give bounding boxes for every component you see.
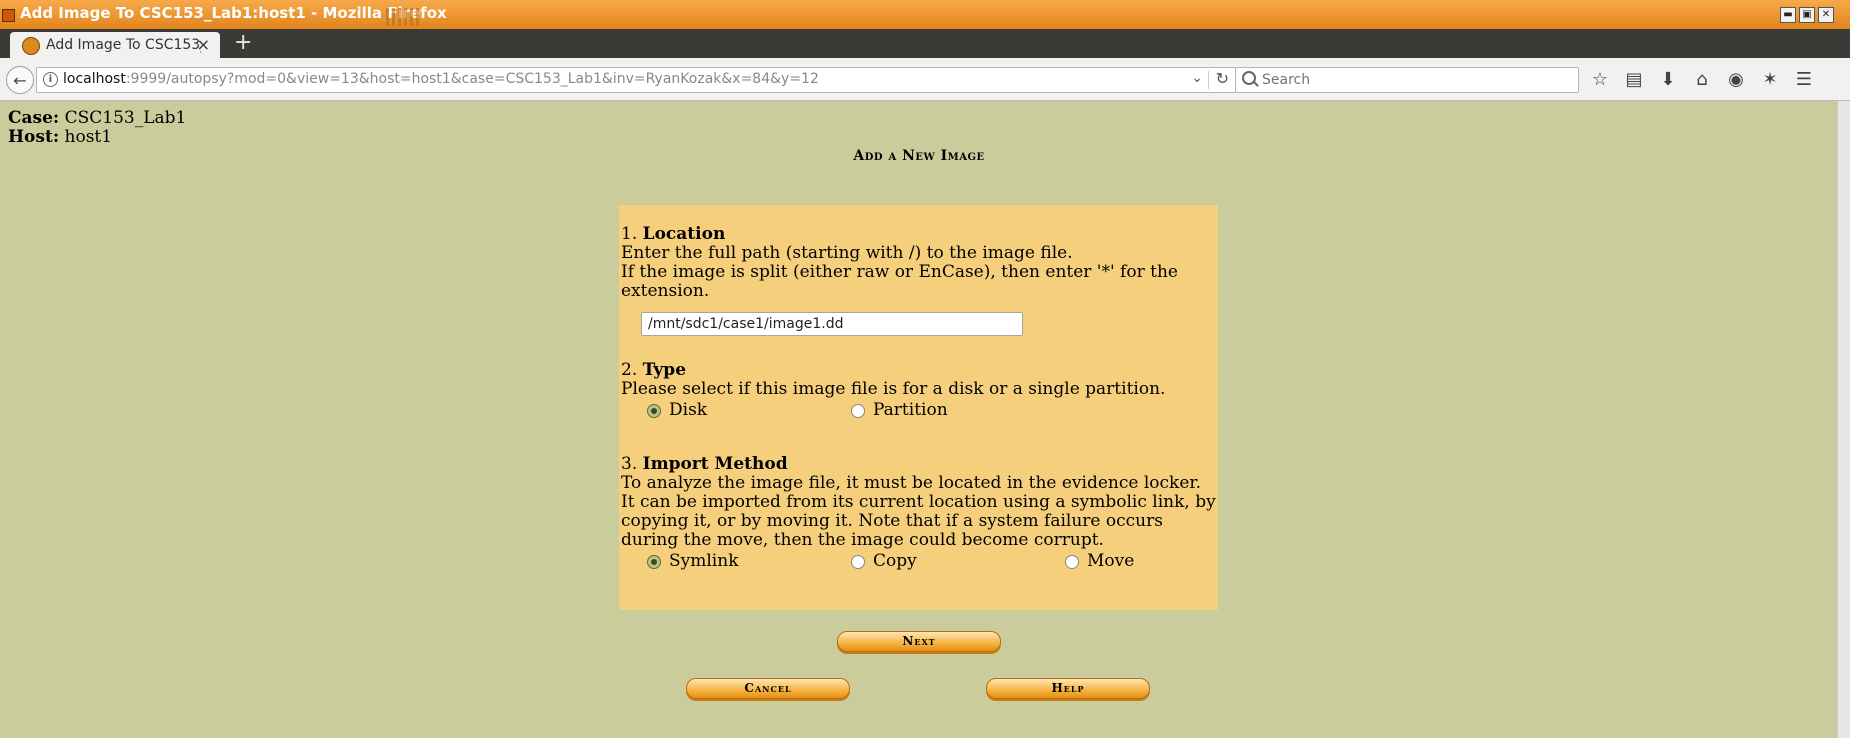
search-bar[interactable] bbox=[1235, 67, 1579, 93]
radio-disk-label: Disk bbox=[669, 400, 708, 420]
info-icon[interactable]: i bbox=[43, 72, 58, 87]
next-button[interactable]: Next bbox=[837, 631, 1001, 652]
radio-move[interactable]: Move bbox=[1065, 552, 1134, 571]
radio-disk[interactable]: Disk bbox=[647, 401, 707, 420]
location-title: Location bbox=[642, 224, 726, 244]
chevron-down-icon[interactable]: ⌄ bbox=[1191, 70, 1203, 86]
import-number: 3. bbox=[621, 454, 638, 474]
radio-move-dot[interactable] bbox=[1065, 554, 1079, 569]
url-text[interactable]: localhost:9999/autopsy?mod=0&view=13&hos… bbox=[63, 71, 819, 87]
pocket-icon[interactable]: ◉ bbox=[1722, 67, 1750, 91]
browser-tab[interactable]: Add Image To CSC153_ × bbox=[10, 32, 220, 58]
window-title: Add Image To CSC153_Lab1:host1 - Mozilla… bbox=[20, 4, 447, 22]
search-icon bbox=[1242, 71, 1256, 85]
title-bar-grip bbox=[386, 8, 422, 26]
case-value: CSC153_Lab1 bbox=[64, 108, 187, 128]
cancel-button[interactable]: Cancel bbox=[686, 678, 850, 699]
minimize-icon[interactable]: ▬ bbox=[1780, 7, 1796, 23]
location-line2: If the image is split (either raw or EnC… bbox=[621, 262, 1178, 301]
menu-icon[interactable]: ☰ bbox=[1790, 67, 1818, 91]
host-value: host1 bbox=[64, 127, 113, 147]
radio-symlink-dot[interactable] bbox=[647, 554, 661, 569]
import-title: Import Method bbox=[642, 454, 788, 474]
url-bar[interactable]: i localhost:9999/autopsy?mod=0&view=13&h… bbox=[36, 67, 1236, 93]
tab-title: Add Image To CSC153_ bbox=[46, 37, 201, 53]
location-line1: Enter the full path (starting with /) to… bbox=[621, 243, 1073, 263]
home-icon[interactable]: ⌂ bbox=[1688, 67, 1716, 91]
location-number: 1. bbox=[621, 224, 638, 244]
tab-close-icon[interactable]: × bbox=[197, 35, 210, 54]
vertical-scrollbar[interactable] bbox=[1837, 101, 1850, 738]
url-path: :9999/autopsy?mod=0&view=13&host=host1&c… bbox=[125, 71, 819, 87]
case-label: Case: bbox=[8, 108, 60, 128]
host-label: Host: bbox=[8, 127, 60, 147]
radio-copy[interactable]: Copy bbox=[851, 552, 917, 571]
import-section: 3. Import Method To analyze the image fi… bbox=[621, 455, 1216, 550]
maximize-icon[interactable]: ▣ bbox=[1799, 7, 1815, 23]
reading-list-icon[interactable]: ▤ bbox=[1620, 67, 1648, 91]
radio-copy-dot[interactable] bbox=[851, 554, 865, 569]
page-content: Case: CSC153_Lab1 Host: host1 Add a New … bbox=[0, 101, 1838, 738]
window-controls: ▬ ▣ ✕ bbox=[1780, 7, 1834, 23]
tab-strip: Add Image To CSC153_ × + bbox=[0, 29, 1850, 58]
radio-partition-dot[interactable] bbox=[851, 403, 865, 418]
radio-symlink[interactable]: Symlink bbox=[647, 552, 739, 571]
import-options: Symlink Copy Move bbox=[619, 552, 1218, 574]
url-host: localhost bbox=[63, 71, 126, 87]
type-number: 2. bbox=[621, 360, 638, 380]
location-section: 1. Location Enter the full path (startin… bbox=[621, 225, 1216, 301]
navigation-bar: ← i localhost:9999/autopsy?mod=0&view=13… bbox=[0, 58, 1850, 101]
new-tab-icon[interactable]: + bbox=[234, 30, 252, 55]
radio-partition[interactable]: Partition bbox=[851, 401, 948, 420]
case-info: Case: CSC153_Lab1 Host: host1 bbox=[8, 109, 186, 147]
radio-symlink-label: Symlink bbox=[669, 551, 739, 571]
radio-move-label: Move bbox=[1087, 551, 1135, 571]
star-icon[interactable]: ☆ bbox=[1586, 67, 1614, 91]
help-button[interactable]: Help bbox=[986, 678, 1150, 699]
search-input[interactable] bbox=[1260, 70, 1564, 90]
type-desc: Please select if this image file is for … bbox=[621, 379, 1166, 399]
type-section: 2. Type Please select if this image file… bbox=[621, 361, 1216, 399]
download-icon[interactable]: ⬇ bbox=[1654, 67, 1682, 91]
url-separator bbox=[1208, 71, 1209, 89]
reload-icon[interactable]: ↻ bbox=[1216, 69, 1229, 88]
add-image-form: 1. Location Enter the full path (startin… bbox=[619, 205, 1218, 610]
autopsy-favicon-icon bbox=[22, 37, 40, 55]
page-title: Add a New Image bbox=[853, 148, 985, 164]
type-options: Disk Partition bbox=[619, 401, 1218, 423]
image-path-input[interactable] bbox=[641, 312, 1023, 336]
radio-disk-dot[interactable] bbox=[647, 403, 661, 418]
radio-copy-label: Copy bbox=[873, 551, 917, 571]
close-window-icon[interactable]: ✕ bbox=[1818, 7, 1834, 23]
back-arrow-icon[interactable]: ← bbox=[6, 66, 34, 94]
window-title-bar: Add Image To CSC153_Lab1:host1 - Mozilla… bbox=[0, 0, 1850, 30]
toolbar-icons: ☆ ▤ ⬇ ⌂ ◉ ✶ ☰ bbox=[1586, 67, 1818, 91]
radio-partition-label: Partition bbox=[873, 400, 948, 420]
import-desc: To analyze the image file, it must be lo… bbox=[621, 473, 1216, 550]
type-title: Type bbox=[642, 360, 687, 380]
extension-icon[interactable]: ✶ bbox=[1756, 67, 1784, 91]
app-icon bbox=[2, 9, 15, 22]
